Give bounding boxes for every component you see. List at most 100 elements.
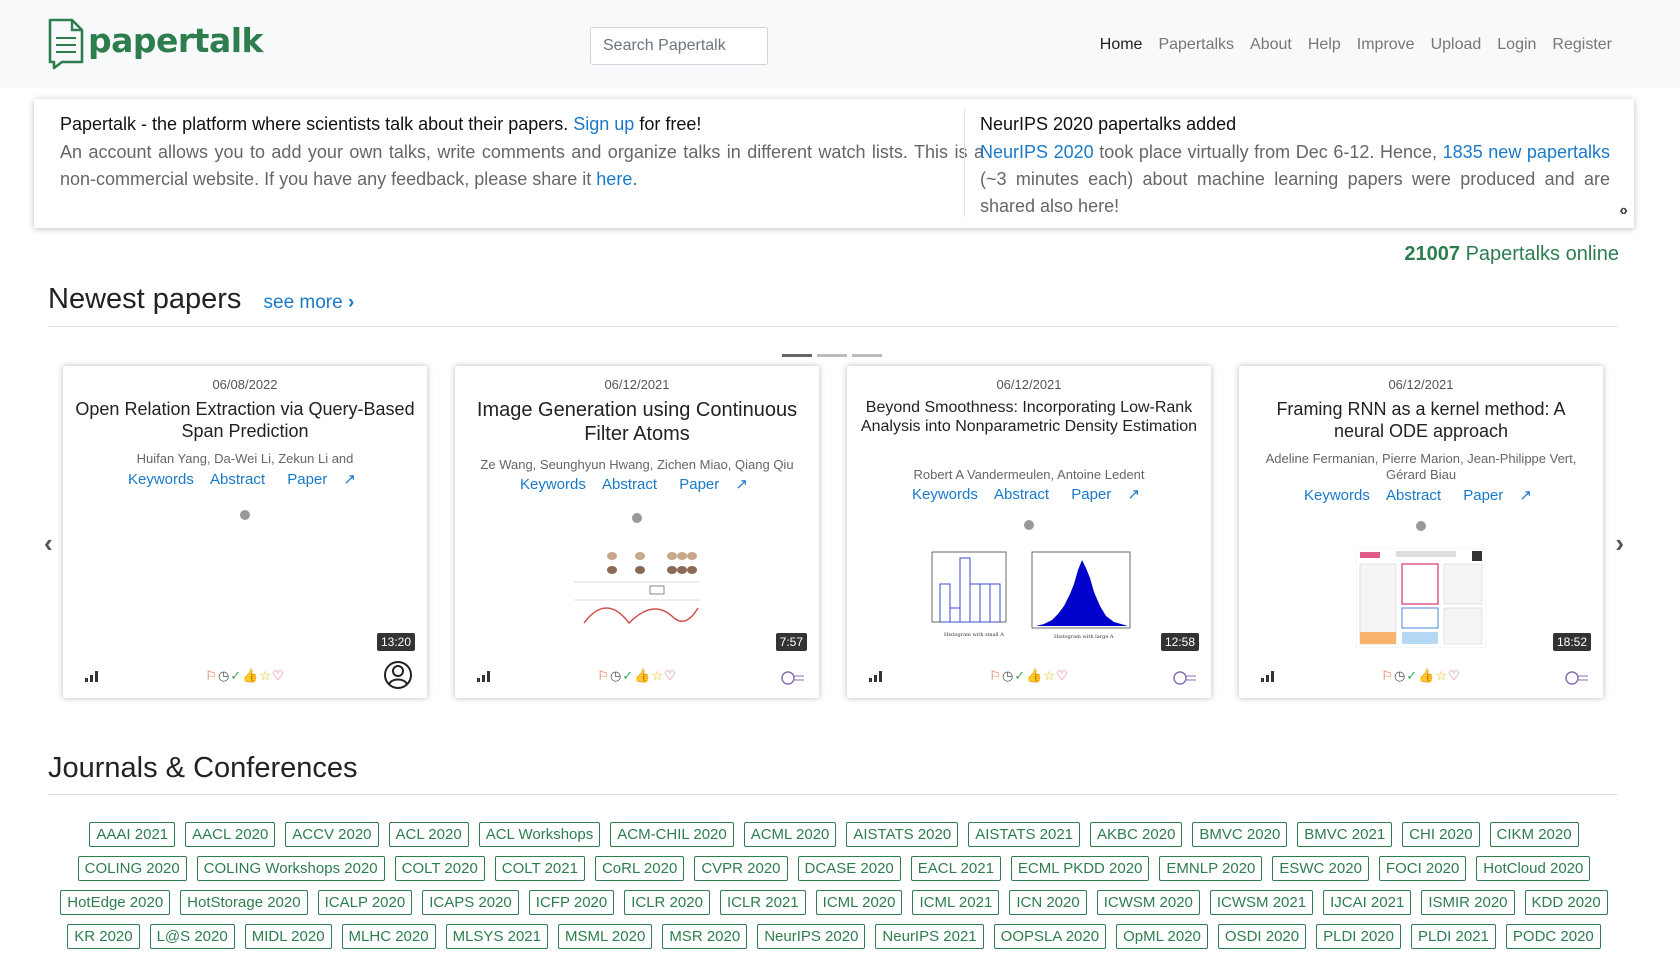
conference-tag[interactable]: KDD 2020 — [1524, 890, 1608, 915]
conference-tag[interactable]: HotStorage 2020 — [180, 890, 308, 915]
paper-card[interactable]: 06/12/2021 Image Generation using Contin… — [455, 366, 819, 698]
conference-tag[interactable]: L@S 2020 — [149, 924, 235, 949]
conference-tag[interactable]: CoRL 2020 — [594, 856, 685, 881]
conference-tag[interactable]: COLT 2020 — [394, 856, 485, 881]
conference-tag[interactable]: ICFP 2020 — [528, 890, 615, 915]
nav-improve[interactable]: Improve — [1357, 36, 1415, 54]
thumbs-up-icon[interactable]: 👍 — [242, 668, 259, 683]
conference-tag[interactable]: OOPSLA 2020 — [993, 924, 1107, 949]
keywords-link[interactable]: Keywords — [912, 486, 978, 503]
thumbs-up-icon[interactable]: 👍 — [1026, 668, 1043, 683]
conference-tag[interactable]: AAAI 2021 — [89, 822, 176, 847]
see-more-link[interactable]: see more › — [264, 292, 355, 313]
conference-tag[interactable]: ICLR 2020 — [624, 890, 710, 915]
heart-icon[interactable]: ♡ — [272, 668, 285, 683]
conference-tag[interactable]: ICALP 2020 — [317, 890, 413, 915]
nav-login[interactable]: Login — [1497, 36, 1536, 54]
conference-tag[interactable]: MSML 2020 — [557, 924, 653, 949]
abstract-link[interactable]: Abstract — [994, 486, 1049, 503]
brand-logo[interactable]: papertalk — [48, 18, 263, 70]
watch-later-icon[interactable]: ◷ — [1394, 668, 1406, 683]
conference-tag[interactable]: ISMIR 2020 — [1421, 890, 1515, 915]
conference-tag[interactable]: NeurIPS 2020 — [757, 924, 866, 949]
heart-icon[interactable]: ♡ — [664, 668, 677, 683]
conference-tag[interactable]: AACL 2020 — [185, 822, 276, 847]
conference-tag[interactable]: ACL Workshops — [478, 822, 601, 847]
conference-tag[interactable]: CHI 2020 — [1402, 822, 1480, 847]
conference-tag[interactable]: OSDI 2020 — [1217, 924, 1307, 949]
conference-tag[interactable]: ESWC 2020 — [1272, 856, 1369, 881]
keywords-link[interactable]: Keywords — [128, 471, 194, 488]
abstract-link[interactable]: Abstract — [1386, 487, 1441, 504]
watch-later-icon[interactable]: ◷ — [610, 668, 622, 683]
conference-tag[interactable]: MIDL 2020 — [244, 924, 332, 949]
paper-title[interactable]: Open Relation Extraction via Query-Based… — [75, 398, 415, 442]
conference-tag[interactable]: HotCloud 2020 — [1476, 856, 1591, 881]
keywords-link[interactable]: Keywords — [1304, 487, 1370, 504]
conference-tag[interactable]: ICML 2021 — [912, 890, 1000, 915]
conference-tag[interactable]: FOCI 2020 — [1378, 856, 1467, 881]
paper-link[interactable]: Paper ↗ — [1457, 487, 1538, 504]
paper-card[interactable]: 06/12/2021 Framing RNN as a kernel metho… — [1239, 366, 1603, 698]
carousel-indicator-1[interactable] — [782, 354, 812, 357]
flag-icon[interactable]: ⚐ — [989, 668, 1002, 683]
conference-tag[interactable]: ICWSM 2020 — [1096, 890, 1200, 915]
feedback-link[interactable]: here. — [596, 169, 637, 189]
conference-tag[interactable]: AISTATS 2021 — [968, 822, 1081, 847]
flag-icon[interactable]: ⚐ — [1381, 668, 1394, 683]
conference-tag[interactable]: NeurIPS 2021 — [875, 924, 984, 949]
sign-up-link[interactable]: Sign up — [573, 114, 634, 134]
conference-tag[interactable]: ECML PKDD 2020 — [1010, 856, 1150, 881]
conference-tag[interactable]: ICN 2020 — [1009, 890, 1087, 915]
conference-tag[interactable]: HotEdge 2020 — [60, 890, 171, 915]
carousel-next-icon[interactable]: › — [1615, 528, 1624, 559]
new-papertalks-link[interactable]: 1835 new papertalks — [1443, 142, 1610, 162]
paper-link[interactable]: Paper ↗ — [1065, 486, 1146, 503]
user-avatar-icon[interactable] — [383, 660, 413, 690]
conference-tag[interactable]: ICWSM 2021 — [1209, 890, 1314, 915]
conference-tag[interactable]: COLT 2021 — [494, 856, 585, 881]
abstract-link[interactable]: Abstract — [210, 471, 265, 488]
keywords-link[interactable]: Keywords — [520, 476, 586, 493]
heart-icon[interactable]: ♡ — [1056, 668, 1069, 683]
conference-tag[interactable]: COLING 2020 — [77, 856, 187, 881]
paper-title[interactable]: Image Generation using Continuous Filter… — [467, 398, 807, 446]
carousel-indicator-2[interactable] — [817, 354, 847, 357]
conference-tag[interactable]: EMNLP 2020 — [1159, 856, 1263, 881]
conference-tag[interactable]: KR 2020 — [67, 924, 140, 949]
watch-later-icon[interactable]: ◷ — [218, 668, 230, 683]
search-input[interactable] — [590, 27, 768, 65]
nav-papertalks[interactable]: Papertalks — [1158, 36, 1234, 54]
heart-icon[interactable]: ♡ — [1448, 668, 1461, 683]
conference-tag[interactable]: ICAPS 2020 — [422, 890, 519, 915]
conference-tag[interactable]: ACL 2020 — [388, 822, 469, 847]
nav-upload[interactable]: Upload — [1431, 36, 1482, 54]
conference-tag[interactable]: CIKM 2020 — [1489, 822, 1579, 847]
nav-help[interactable]: Help — [1308, 36, 1341, 54]
conference-tag[interactable]: PLDI 2020 — [1316, 924, 1401, 949]
conference-tag[interactable]: ICLR 2021 — [719, 890, 806, 915]
paper-card[interactable]: 06/08/2022 Open Relation Extraction via … — [63, 366, 427, 698]
conference-tag[interactable]: MLHC 2020 — [341, 924, 436, 949]
star-icon[interactable]: ☆ — [1043, 668, 1056, 683]
carousel-indicator-3[interactable] — [852, 354, 882, 357]
conference-tag[interactable]: ACM-CHIL 2020 — [610, 822, 734, 847]
nav-about[interactable]: About — [1250, 36, 1292, 54]
watch-later-icon[interactable]: ◷ — [1002, 668, 1014, 683]
conference-tag[interactable]: AKBC 2020 — [1090, 822, 1183, 847]
news-carousel-arrows[interactable]: ‹› — [1619, 202, 1628, 220]
conference-tag[interactable]: EACL 2021 — [910, 856, 1001, 881]
flag-icon[interactable]: ⚐ — [597, 668, 610, 683]
conference-tag[interactable]: OpML 2020 — [1116, 924, 1208, 949]
check-icon[interactable]: ✓ — [230, 668, 242, 683]
paper-card[interactable]: 06/12/2021 Beyond Smoothness: Incorporat… — [847, 366, 1211, 698]
paper-link[interactable]: Paper ↗ — [281, 471, 362, 488]
conference-tag[interactable]: BMVC 2021 — [1297, 822, 1393, 847]
star-icon[interactable]: ☆ — [1435, 668, 1448, 683]
conference-tag[interactable]: ACML 2020 — [743, 822, 837, 847]
conference-tag[interactable]: AISTATS 2020 — [846, 822, 959, 847]
conference-tag[interactable]: DCASE 2020 — [797, 856, 901, 881]
conference-tag[interactable]: CVPR 2020 — [694, 856, 788, 881]
conference-tag[interactable]: ACCV 2020 — [285, 822, 379, 847]
flag-icon[interactable]: ⚐ — [205, 668, 218, 683]
